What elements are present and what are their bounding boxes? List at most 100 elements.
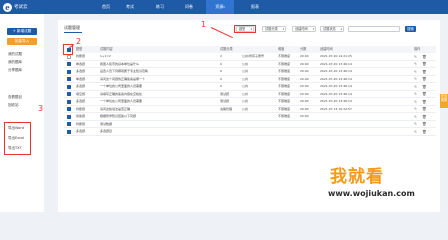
sidebar: + 新增试题 批量导入 我的试题 我的题库 分享题库 查看题目 回收站 导出Wo… xyxy=(0,14,44,212)
cell-category: 0 xyxy=(220,84,222,88)
cell-score: 20.00 xyxy=(300,106,309,111)
cell-score: 20.00 xyxy=(300,99,309,103)
chevron-down-icon: ▾ xyxy=(312,28,314,31)
online-service-tab[interactable]: 在线客服 xyxy=(440,94,448,108)
filter-category[interactable]: 试题分类 ▾ xyxy=(262,26,286,32)
delete-icon[interactable]: 🗑 xyxy=(422,92,427,96)
cell-content: 我国人民币的基本单位是什么 xyxy=(100,61,140,66)
edit-icon[interactable]: ✎ xyxy=(414,107,418,111)
row-checkbox[interactable] xyxy=(67,77,71,82)
edit-icon[interactable]: ✎ xyxy=(414,122,418,126)
header-category: 试题分类 xyxy=(220,47,233,51)
nav-item-survey[interactable]: 问卷 xyxy=(178,0,200,14)
row-checkbox[interactable] xyxy=(67,107,71,112)
cell-scope: 公共 xyxy=(242,91,249,96)
sidebar-item-view-questions[interactable]: 查看题目 xyxy=(8,94,22,100)
sidebar-item-my-questions[interactable]: 我的试题 xyxy=(8,51,22,57)
nav-item-reports[interactable]: 报表 xyxy=(244,0,266,14)
search-button[interactable]: 搜索 xyxy=(405,26,416,32)
row-checkbox[interactable] xyxy=(67,84,71,89)
table-row[interactable]: 多选题 设置人员下列哪项属于专业知识范畴 0 公共 不限难度 20.00 2021-07-2… xyxy=(64,68,436,76)
cell-type: 判断题 xyxy=(76,121,86,126)
cell-scope: 公共/所有子账号 xyxy=(242,54,265,58)
row-checkbox[interactable] xyxy=(67,69,71,74)
table-row[interactable]: 多选题 一个单位的公司里面的人员需要 0 公共 不限难度 20.00 2021-07-20 … xyxy=(64,83,436,91)
edit-icon[interactable]: ✎ xyxy=(414,100,418,104)
table-row[interactable]: 判断题 测试数据 ✎ 🗑 xyxy=(64,121,436,128)
cell-difficulty: 不限难度 xyxy=(278,69,291,73)
edit-icon[interactable]: ✎ xyxy=(414,70,418,74)
delete-icon[interactable]: 🗑 xyxy=(422,115,427,119)
row-checkbox[interactable] xyxy=(67,92,71,97)
cell-time: 2021-07-20 13:46:14 xyxy=(320,99,352,103)
delete-icon[interactable]: 🗑 xyxy=(422,100,427,104)
cell-content: 一个单位在公司里面的人员需要 xyxy=(100,99,143,103)
chevron-down-icon: ▾ xyxy=(223,5,225,9)
batch-import-button[interactable]: 批量导入 xyxy=(7,38,37,45)
table-row[interactable]: 多选题 一个单位在公司里面的人员需要 测试题 公共 不限难度 20.00 2021-07-2… xyxy=(64,98,436,106)
cell-type: 多选题 xyxy=(76,69,86,73)
chevron-down-icon: ▾ xyxy=(282,28,284,31)
nav-item-practice[interactable]: 练习 xyxy=(150,0,170,14)
cell-difficulty: 不限难度 xyxy=(278,106,291,111)
header-actions: 操作 xyxy=(414,47,421,51)
cell-difficulty: 不限难度 xyxy=(278,76,291,81)
nav-item-home[interactable]: 首页 xyxy=(96,0,116,14)
table-row[interactable]: 单选题 请问这个问题的正确答案是哪一个 0 公共 不限难度 20.00 2021-07-20… xyxy=(64,76,436,83)
table-row[interactable]: 判断题 1+1=2 2 公共/所有子账号 不限难度 20.00 2021-07-20 14:… xyxy=(64,53,436,61)
row-checkbox[interactable] xyxy=(67,129,71,134)
cell-category: 测试题 xyxy=(220,99,230,103)
delete-icon[interactable]: 🗑 xyxy=(422,85,427,89)
header-content: 试题内容 xyxy=(100,47,113,51)
delete-icon[interactable]: 🗑 xyxy=(422,77,427,81)
annotation-number-1: 1 xyxy=(201,20,207,29)
table-row[interactable]: 简答题 根据所学知识回答以下问题 不限难度 20.00 ✎ 🗑 xyxy=(64,113,436,121)
edit-icon[interactable]: ✎ xyxy=(414,92,418,96)
cell-time: 2021-07-20 13:46:14 xyxy=(320,76,352,81)
title-underline xyxy=(64,32,82,33)
delete-icon[interactable]: 🗑 xyxy=(422,55,427,59)
cell-content: 请填写正确的答案内容在空格处 xyxy=(100,91,143,96)
edit-icon[interactable]: ✎ xyxy=(414,55,418,59)
sidebar-item-shared-banks[interactable]: 分享题库 xyxy=(8,67,22,73)
page-title: 试题管理 xyxy=(64,25,80,30)
watermark-title: 我就看 xyxy=(330,167,384,187)
edit-icon[interactable]: ✎ xyxy=(414,77,418,81)
header-score: 分数 xyxy=(300,47,307,51)
table-row[interactable]: 多选题 多选题目 ✎ 🗑 xyxy=(64,128,436,136)
table-row[interactable]: 单选题 我国人民币的基本单位是什么 0 公共 不限难度 20.00 2021-07-20 1… xyxy=(64,61,436,68)
search-input[interactable] xyxy=(348,26,400,32)
filter-status[interactable]: 试题状态 ▾ xyxy=(320,26,344,32)
table-row[interactable]: 填空题 请填写正确的答案内容在空格处 测试题 公共 不限难度 20.00 2021-07-2… xyxy=(64,91,436,98)
nav-item-exam[interactable]: 考试 xyxy=(120,0,140,14)
edit-icon[interactable]: ✎ xyxy=(414,130,418,134)
sidebar-item-my-banks[interactable]: 我的题库 xyxy=(8,59,22,65)
row-checkbox[interactable] xyxy=(67,62,71,67)
delete-icon[interactable]: 🗑 xyxy=(422,122,427,126)
edit-icon[interactable]: ✎ xyxy=(414,85,418,89)
add-question-button[interactable]: + 新增试题 xyxy=(7,28,37,35)
row-checkbox[interactable] xyxy=(67,54,71,59)
delete-icon[interactable]: 🗑 xyxy=(422,70,427,74)
cell-time: 2021-07-20 14:21:25 xyxy=(320,54,352,58)
edit-icon[interactable]: ✎ xyxy=(414,62,418,66)
delete-icon[interactable]: 🗑 xyxy=(422,130,427,134)
cell-category: 决策管理 xyxy=(220,106,233,111)
chevron-down-icon: ▾ xyxy=(340,28,342,31)
row-checkbox[interactable] xyxy=(67,99,71,104)
sidebar-item-recycle-bin[interactable]: 回收站 xyxy=(8,102,19,108)
cell-type: 填空题 xyxy=(76,91,86,96)
table-row[interactable]: 判断题 请问这些说法是否正确 决策管理 公共 不限难度 20.00 2021-07-13 1… xyxy=(64,106,436,113)
nav-item-resources[interactable]: 资源▾ xyxy=(206,0,234,14)
cell-time: 2021-07-20 13:46:14 xyxy=(320,69,352,73)
cell-scope: 公共 xyxy=(242,61,249,66)
row-checkbox[interactable] xyxy=(67,122,71,127)
delete-icon[interactable]: 🗑 xyxy=(422,62,427,66)
app-logo[interactable]: e 考试云 xyxy=(3,2,28,12)
cell-category: 0 xyxy=(220,61,222,66)
cell-content: 1+1=2 xyxy=(100,54,111,58)
row-checkbox[interactable] xyxy=(67,114,71,119)
filter-created-time[interactable]: 创建时间 ▾ xyxy=(292,26,316,32)
delete-icon[interactable]: 🗑 xyxy=(422,107,427,111)
edit-icon[interactable]: ✎ xyxy=(414,115,418,119)
